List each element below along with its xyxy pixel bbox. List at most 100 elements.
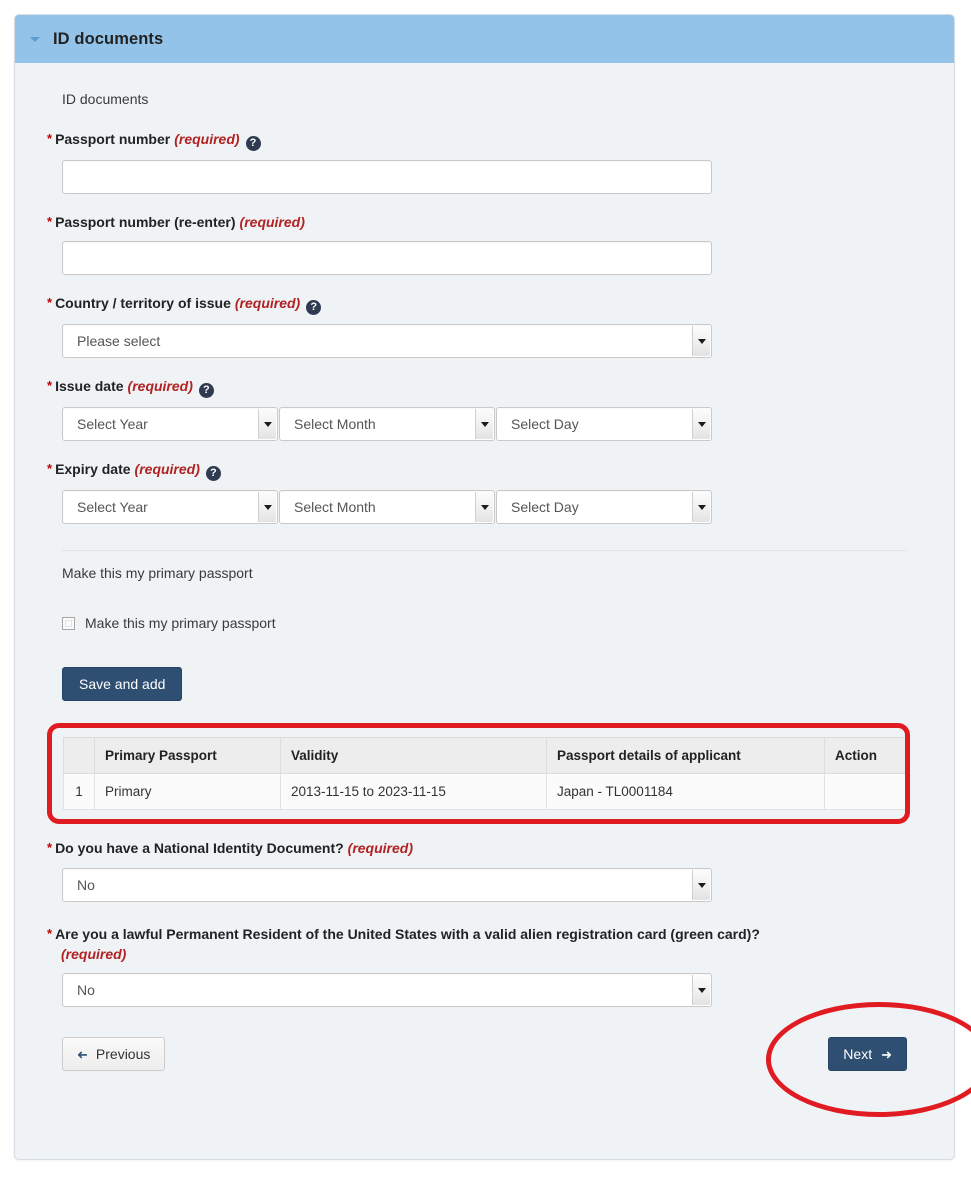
primary-passport-checkbox-row[interactable]: Make this my primary passport [62,615,922,631]
chevron-down-icon[interactable] [692,409,710,440]
required-note: (required) [174,131,240,147]
label-text: Passport number [55,131,171,147]
field-national-identity-document: * Do you have a National Identity Documen… [47,838,922,902]
issue-date-day-select[interactable]: Select Day [496,407,712,442]
th-validity: Validity [280,737,547,775]
issue-date-month-select[interactable]: Select Month [279,407,495,442]
select-value: Select Month [294,416,376,433]
section-heading: ID documents [62,91,149,107]
table-body: 1 Primary 2013-11-15 to 2023-11-15 Japan… [63,773,906,811]
country-of-issue-select[interactable]: Please select [62,324,712,359]
cell-index: 1 [63,773,95,811]
th-action: Action [824,737,906,775]
select-value: Select Month [294,499,376,516]
help-icon[interactable]: ? [245,136,261,151]
label-text: Country / territory of issue [55,295,231,312]
passport-number-input[interactable] [62,160,712,194]
label-text: Passport number (re-enter) [55,214,236,230]
save-and-add-wrap: Save and add [62,667,922,702]
select-value: No [77,876,95,893]
cell-details: Japan - TL0001184 [546,773,825,811]
help-icon[interactable]: ? [198,383,214,399]
cell-primary: Primary [94,773,281,811]
page-title: ID documents [53,29,164,48]
expiry-date-day-select[interactable]: Select Day [496,490,712,525]
required-asterisk: * [47,131,53,146]
footer-navigation: ➜ Previous Next ➜ [62,1002,971,1118]
chevron-down-icon[interactable] [29,33,41,45]
required-note: (required) [134,461,200,478]
primary-passport-checkbox-label: Make this my primary passport [85,615,276,632]
select-value: Select Day [511,416,579,433]
required-asterisk: * [47,295,53,311]
field-permanent-resident: * Are you a lawful Permanent Resident of … [47,924,922,1008]
primary-passport-heading: Make this my primary passport [62,565,253,582]
required-note: (required) [127,378,193,395]
previous-button-label: Previous [95,1046,151,1063]
label-text: Do you have a National Identity Document… [55,840,344,857]
label-country-of-issue: * Country / territory of issue (required)? [47,293,887,316]
label-text: Are you a lawful Permanent Resident of t… [55,925,760,942]
chevron-down-icon[interactable] [475,409,493,440]
issue-date-year-select[interactable]: Select Year [62,407,278,442]
arrow-left-icon: ➜ [77,1046,88,1062]
field-issue-date: * Issue date (required)? Select Year Selec… [47,376,922,442]
required-asterisk: * [47,840,53,856]
label-issue-date: * Issue date (required)? [47,376,887,399]
th-index [63,737,95,775]
th-details: Passport details of applicant [546,737,825,775]
help-icon[interactable]: ? [306,300,322,316]
expiry-date-selects: Select Year Select Month Select Day [62,490,922,525]
table-row: 1 Primary 2013-11-15 to 2023-11-15 Japan… [63,773,906,811]
id-documents-panel: ID documents ID documents * Passport numb… [14,14,971,1160]
chevron-down-icon[interactable] [692,869,710,900]
panel-header[interactable]: ID documents [15,15,954,63]
arrow-right-icon: ➜ [881,1046,892,1062]
field-passport-number: * Passport number (required)? [47,129,922,194]
chevron-down-icon[interactable] [692,975,710,1006]
select-value: Please select [77,333,161,350]
label-text: Expiry date [55,461,131,478]
expiry-date-year-select[interactable]: Select Year [62,490,278,525]
table-header-row: Primary Passport Validity Passport detai… [63,737,906,775]
select-value: Select Day [511,499,579,516]
label-national-identity-document: * Do you have a National Identity Documen… [47,838,887,858]
previous-button[interactable]: ➜ Previous [62,1037,166,1072]
cell-validity: 2013-11-15 to 2023-11-15 [280,773,547,811]
chevron-down-icon[interactable] [475,492,493,523]
issue-date-selects: Select Year Select Month Select Day [62,407,922,442]
required-asterisk: * [47,461,53,477]
select-value: Select Year [77,499,148,516]
required-note: (required) [234,295,301,312]
table-head: Primary Passport Validity Passport detai… [63,737,906,775]
label-passport-number-reenter: * Passport number (re-enter) (required) [47,212,887,232]
field-country-of-issue: * Country / territory of issue (required)?… [47,293,922,359]
panel-body: ID documents * Passport number (required)?… [15,63,971,1118]
label-permanent-resident: * Are you a lawful Permanent Resident of … [47,924,922,965]
required-note: (required) [61,945,127,962]
help-icon[interactable]: ? [205,466,221,482]
field-expiry-date: * Expiry date (required)? Select Year Sele… [47,459,922,525]
chevron-down-icon[interactable] [258,492,276,523]
passport-table-zone: Primary Passport Validity Passport detai… [47,723,922,825]
next-button[interactable]: Next ➜ [828,1037,907,1072]
chevron-down-icon[interactable] [258,409,276,440]
chevron-down-icon[interactable] [692,492,710,523]
cell-action [824,773,906,811]
select-value: No [77,982,95,999]
passport-number-reenter-input[interactable] [62,241,712,276]
next-button-wrap: Next ➜ [766,1002,971,1118]
permanent-resident-select[interactable]: No [62,973,712,1008]
national-identity-document-select[interactable]: No [62,867,712,902]
field-passport-number-reenter: * Passport number (re-enter) (required) [47,212,922,276]
expiry-date-month-select[interactable]: Select Month [279,490,495,525]
required-asterisk: * [47,214,53,229]
save-and-add-button[interactable]: Save and add [62,667,183,702]
select-value: Select Year [77,416,148,433]
primary-passport-checkbox[interactable] [62,616,75,630]
required-note: (required) [347,840,413,857]
label-passport-number: * Passport number (required)? [47,129,887,151]
label-text: Issue date [55,378,124,395]
th-primary: Primary Passport [94,737,281,775]
chevron-down-icon[interactable] [692,326,710,357]
